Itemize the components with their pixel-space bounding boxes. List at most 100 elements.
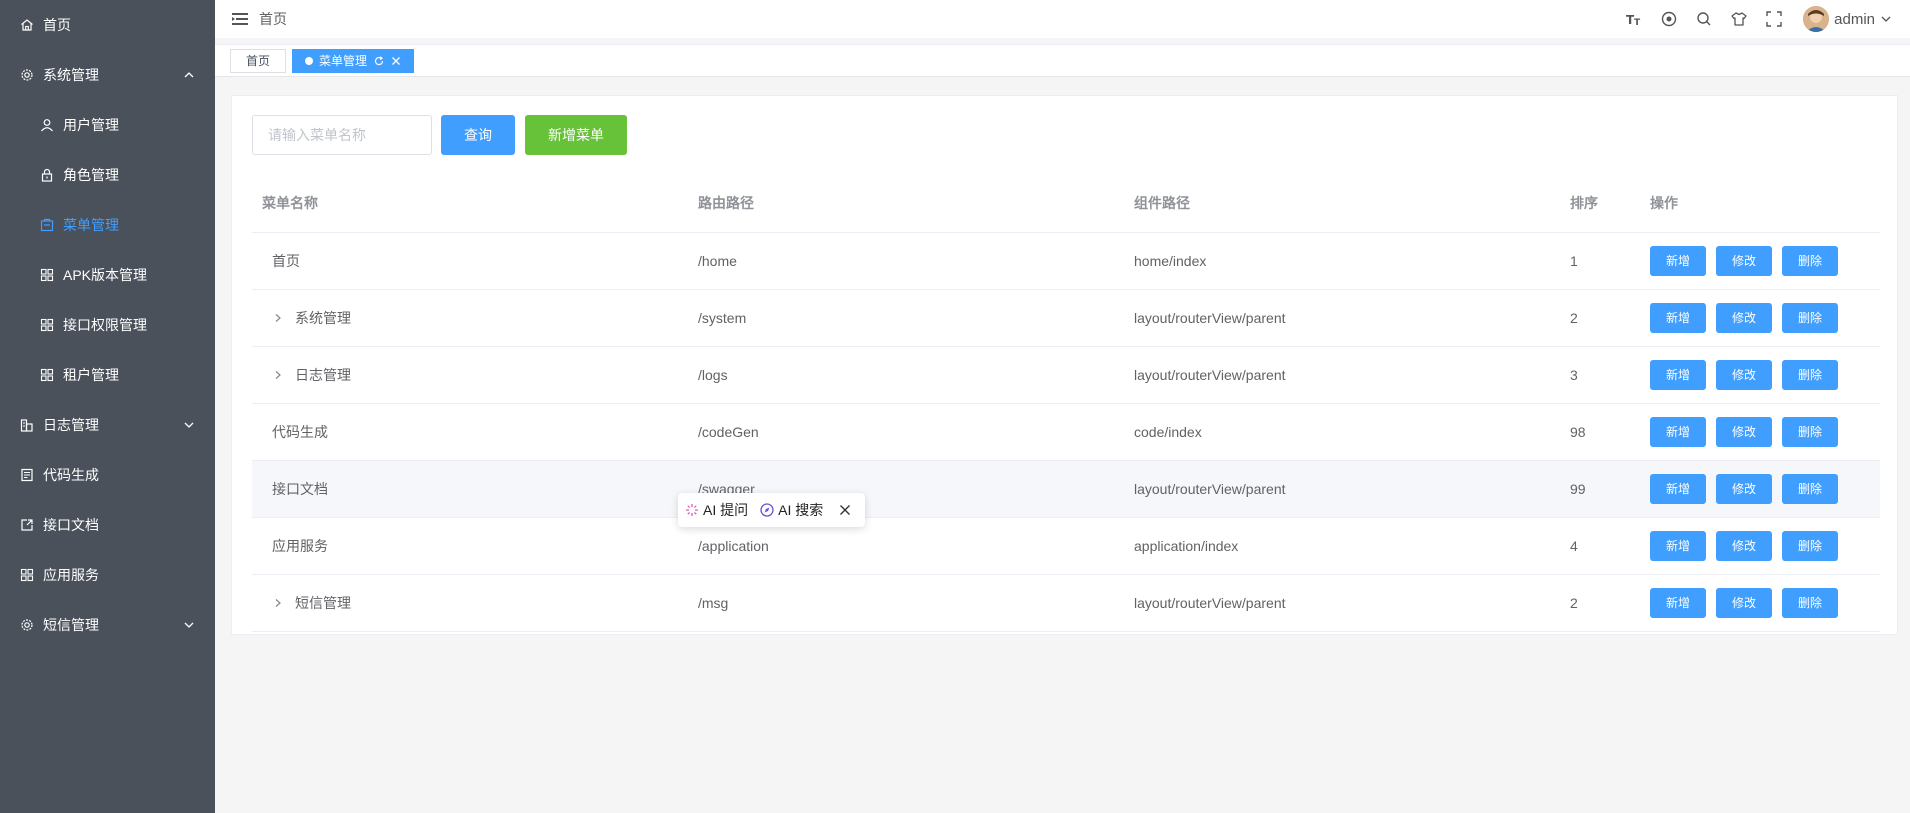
row-delete-button[interactable]: 删除 (1782, 359, 1838, 390)
sidebar-menu: 首页系统管理用户管理角色管理菜单管理 APK版本管理 接口权限管理 租户管理日志管理代… (0, 0, 215, 650)
row-edit-button[interactable]: 修改 (1716, 530, 1772, 561)
sidebar-item-label: 角色管理 (63, 167, 119, 183)
row-delete-button[interactable]: 删除 (1782, 587, 1838, 618)
active-dot-icon (305, 56, 314, 65)
sidebar-item-label: 接口文档 (43, 517, 99, 533)
row-delete-button[interactable]: 删除 (1782, 530, 1838, 561)
row-edit-button[interactable]: 修改 (1716, 473, 1772, 504)
chevron-down-icon (1880, 13, 1892, 25)
sidebar-item[interactable]: 接口权限管理 (0, 300, 215, 350)
sidebar-item[interactable]: APK版本管理 (0, 250, 215, 300)
sidebar-item[interactable]: 应用服务 (0, 550, 215, 600)
gear-icon (20, 618, 34, 632)
row-add-button[interactable]: 新增 (1650, 416, 1706, 447)
menu-name: 日志管理 (295, 366, 351, 383)
row-edit-button[interactable]: 修改 (1716, 587, 1772, 618)
cell-component-path: layout/routerView/parent (1124, 289, 1560, 347)
row-add-button[interactable]: 新增 (1650, 473, 1706, 504)
sidebar-item[interactable]: 用户管理 (0, 100, 215, 150)
cell-sort: 2 (1560, 574, 1640, 632)
expand-arrow-icon[interactable] (272, 597, 284, 609)
sidebar-item[interactable]: 租户管理 (0, 350, 215, 400)
cell-component-path: home/index (1124, 232, 1560, 290)
sidebar-item-label: 接口权限管理 (63, 317, 147, 333)
sidebar-item-label: 租户管理 (63, 367, 119, 383)
row-delete-button[interactable]: 删除 (1782, 416, 1838, 447)
home-icon (20, 18, 34, 32)
row-delete-button[interactable]: 删除 (1782, 473, 1838, 504)
row-add-button[interactable]: 新增 (1650, 359, 1706, 390)
close-icon[interactable] (391, 56, 401, 66)
target-icon[interactable] (1661, 11, 1677, 27)
close-icon[interactable] (839, 504, 851, 516)
gear-icon (20, 68, 34, 82)
query-button[interactable]: 查询 (441, 115, 515, 155)
sidebar-item-label: 日志管理 (43, 417, 99, 433)
sidebar-item[interactable]: 代码生成 (0, 450, 215, 500)
user-dropdown[interactable]: admin (1834, 11, 1892, 28)
refresh-icon[interactable] (374, 55, 384, 66)
cell-menu-name: 系统管理 (252, 289, 688, 347)
ai-search-label: AI 搜索 (778, 502, 824, 518)
ai-popup: AI 提问 AI 搜索 (678, 493, 865, 527)
expand-arrow-icon[interactable] (272, 312, 284, 324)
add-menu-button[interactable]: 新增菜单 (525, 115, 627, 155)
cell-actions: 新增 修改 删除 (1640, 460, 1880, 518)
cell-menu-name: 日志管理 (252, 346, 688, 404)
row-edit-button[interactable]: 修改 (1716, 245, 1772, 276)
sidebar-item-label: 系统管理 (43, 67, 99, 83)
ai-ask-button[interactable]: AI 提问 (685, 500, 748, 520)
collapse-menu-icon[interactable] (232, 11, 248, 27)
cell-actions: 新增 修改 删除 (1640, 289, 1880, 347)
chevron-down-icon (183, 619, 195, 631)
row-edit-button[interactable]: 修改 (1716, 359, 1772, 390)
row-add-button[interactable]: 新增 (1650, 530, 1706, 561)
table-body: 首页/home home/index 1 新增 修改 删除 系统管理/system layou… (252, 232, 1880, 632)
cell-sort: 99 (1560, 460, 1640, 518)
tag-home[interactable]: 首页 (230, 48, 287, 73)
ai-search-button[interactable]: AI 搜索 (760, 500, 823, 520)
search-icon[interactable] (1696, 11, 1712, 27)
sidebar-item-label: APK版本管理 (63, 267, 148, 283)
cell-component-path: layout/routerView/parent (1124, 574, 1560, 632)
tag-menu-management[interactable]: 菜单管理 (292, 48, 415, 73)
row-add-button[interactable]: 新增 (1650, 245, 1706, 276)
sidebar-item[interactable]: 系统管理 (0, 50, 215, 100)
sidebar-item[interactable]: 菜单管理 (0, 200, 215, 250)
menu-name: 接口文档 (272, 480, 328, 497)
expand-arrow-icon[interactable] (272, 369, 284, 381)
lock-icon (40, 168, 54, 182)
menu-name-search-input[interactable] (252, 115, 432, 155)
fullscreen-icon[interactable] (1766, 11, 1782, 27)
menu-management-card: 查询 新增菜单 菜单名称 路由路径 组件路径 排序 操作 首页/homehome… (231, 95, 1898, 635)
doc-icon (20, 468, 34, 482)
sidebar-item[interactable]: 首页 (0, 0, 215, 50)
cell-component-path: application/index (1124, 517, 1560, 575)
row-delete-button[interactable]: 删除 (1782, 245, 1838, 276)
sidebar-item-label: 菜单管理 (63, 217, 119, 233)
chevron-up-icon (183, 69, 195, 81)
row-edit-button[interactable]: 修改 (1716, 302, 1772, 333)
row-edit-button[interactable]: 修改 (1716, 416, 1772, 447)
row-add-button[interactable]: 新增 (1650, 587, 1706, 618)
sidebar-item-label: 首页 (43, 17, 71, 33)
row-add-button[interactable]: 新增 (1650, 302, 1706, 333)
grid-icon (40, 368, 54, 382)
cell-actions: 新增 修改 删除 (1640, 346, 1880, 404)
sidebar-item[interactable]: 角色管理 (0, 150, 215, 200)
sidebar-item[interactable]: 短信管理 (0, 600, 215, 650)
font-size-icon[interactable]: TT (1626, 11, 1642, 27)
sidebar-item[interactable]: 接口文档 (0, 500, 215, 550)
avatar[interactable] (1803, 6, 1830, 32)
cell-sort: 3 (1560, 346, 1640, 404)
sparkle-icon (685, 503, 699, 517)
chart-icon (20, 418, 34, 432)
sidebar-item[interactable]: 日志管理 (0, 400, 215, 450)
svg-text:T: T (1634, 18, 1641, 27)
breadcrumb[interactable]: 首页 (259, 9, 287, 29)
shirt-icon[interactable] (1731, 11, 1747, 27)
header-route-path: 路由路径 (688, 175, 1124, 233)
row-delete-button[interactable]: 删除 (1782, 302, 1838, 333)
menu-name: 短信管理 (295, 594, 351, 611)
cell-menu-name: 首页 (252, 232, 688, 290)
